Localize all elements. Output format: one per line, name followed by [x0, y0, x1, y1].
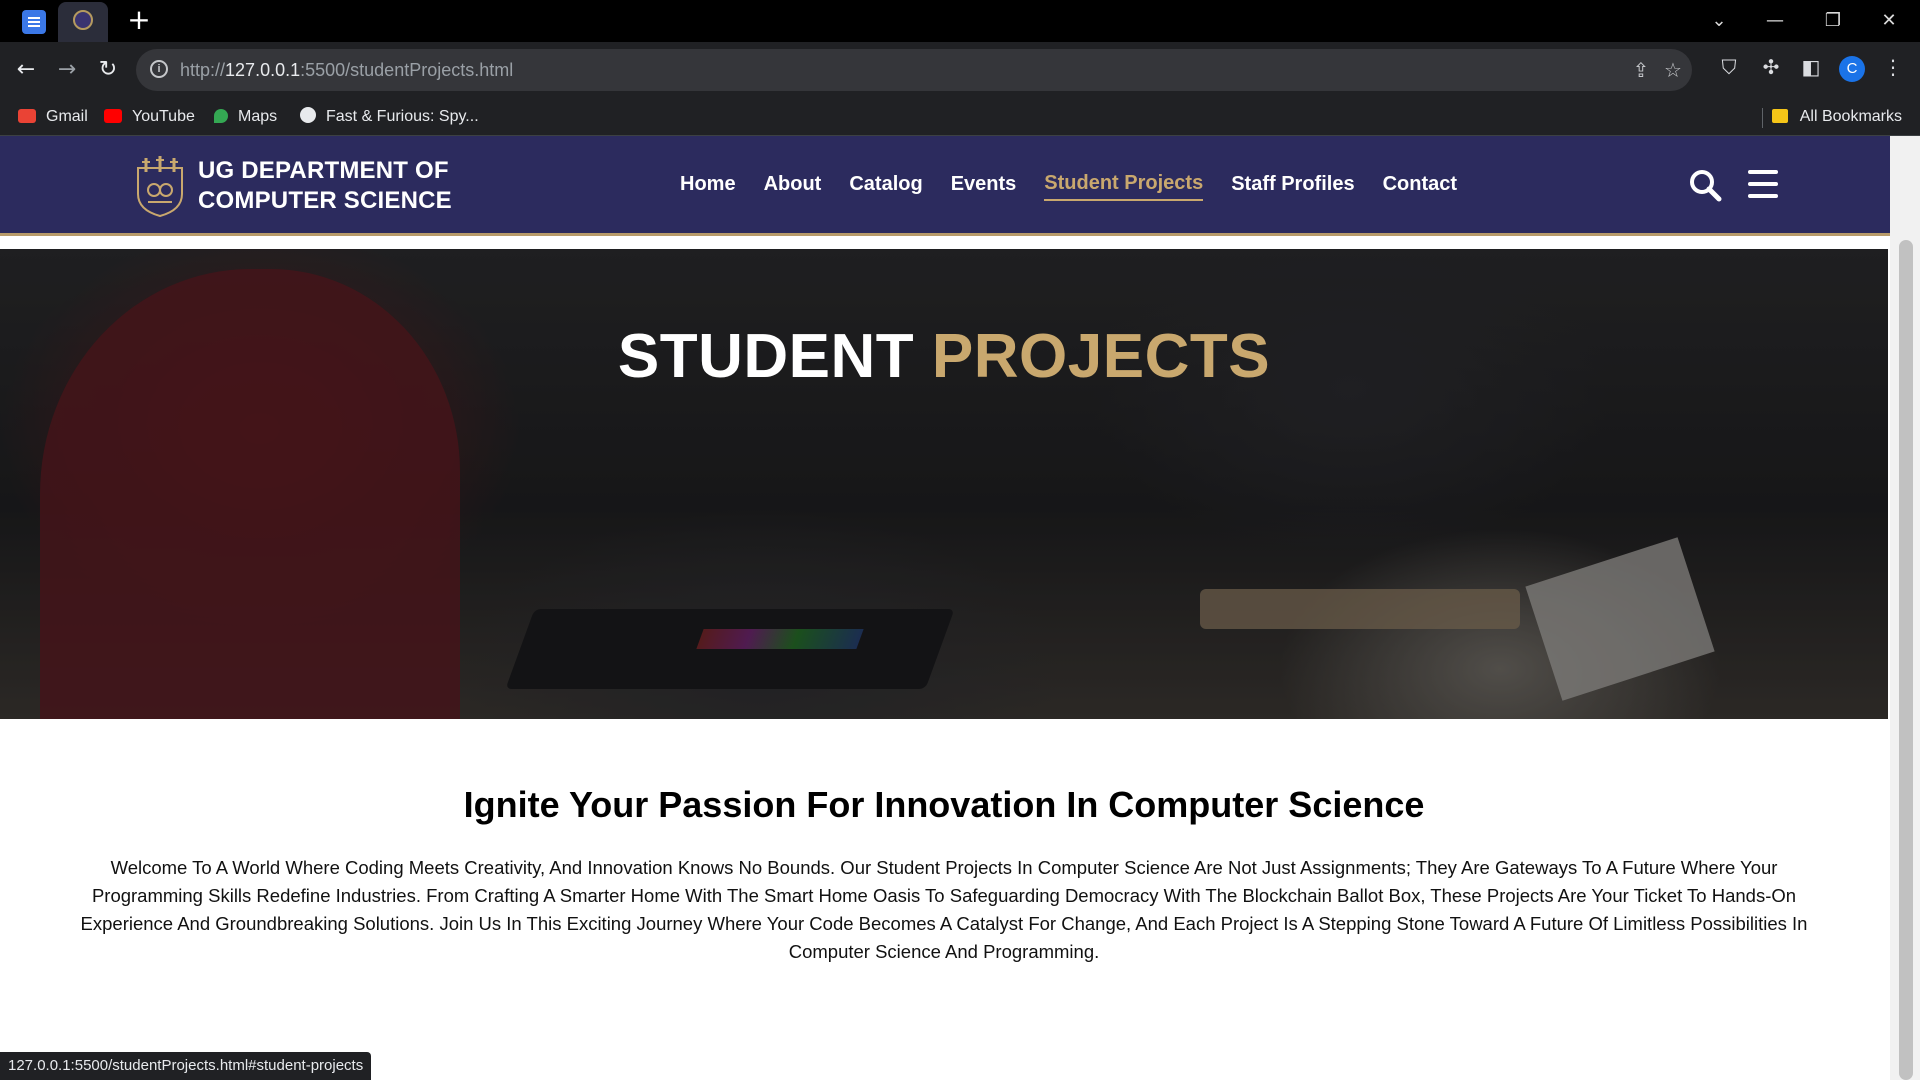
bookmark-fast-furious[interactable]: Fast & Furious: Spy... [300, 98, 479, 136]
hero-banner: STUDENT PROJECTS [0, 249, 1888, 719]
nav-home[interactable]: Home [680, 173, 736, 200]
intro-heading: Ignite Your Passion For Innovation In Co… [463, 784, 1425, 825]
site-info-icon[interactable]: i [150, 60, 168, 78]
forward-button[interactable]: → [51, 54, 83, 86]
nav-contact[interactable]: Contact [1383, 173, 1457, 200]
site-header: UG DEPARTMENT OF COMPUTER SCIENCE Home A… [0, 136, 1910, 236]
close-button[interactable]: ✕ [1866, 6, 1912, 36]
bookmark-gmail[interactable]: Gmail [18, 98, 88, 136]
tab-search-dropdown-icon[interactable]: ⌄ [1696, 6, 1742, 36]
bookmarks-divider [1762, 108, 1763, 128]
hero-overlay [0, 249, 1888, 719]
site-favicon-icon [73, 10, 93, 30]
brand-line-2: COMPUTER SCIENCE [198, 187, 452, 214]
new-tab-button[interactable]: + [124, 5, 154, 35]
browser-toolbar: ← → ↻ i http://127.0.0.1:5500/studentPro… [0, 42, 1920, 98]
share-icon[interactable]: ⇪ [1630, 59, 1652, 81]
docs-app-icon[interactable] [22, 10, 46, 34]
maps-icon [214, 109, 228, 123]
department-brand[interactable]: UG DEPARTMENT OF COMPUTER SCIENCE [198, 156, 452, 216]
page-scrollbar[interactable] [1890, 136, 1920, 1080]
gmail-icon [18, 109, 36, 123]
browser-tab-bar: + ⌄ — ❐ ✕ [0, 0, 1920, 42]
restore-button[interactable]: ❐ [1810, 6, 1856, 36]
search-icon[interactable] [1688, 168, 1722, 202]
profile-avatar[interactable]: C [1839, 56, 1865, 82]
nav-catalog[interactable]: Catalog [849, 173, 922, 200]
bookmark-maps[interactable]: Maps [214, 98, 277, 136]
hero-title-white: STUDENT [617, 322, 915, 391]
address-bar[interactable]: i http://127.0.0.1:5500/studentProjects.… [136, 49, 1692, 91]
bookmark-youtube[interactable]: YouTube [104, 98, 195, 136]
nav-staff-profiles[interactable]: Staff Profiles [1231, 173, 1354, 200]
reload-button[interactable]: ↻ [92, 54, 124, 86]
link-status-bar: 127.0.0.1:5500/studentProjects.html#stud… [0, 1052, 372, 1080]
main-nav: Home About Catalog Events Student Projec… [680, 136, 1457, 236]
nav-events[interactable]: Events [951, 173, 1017, 200]
intro-paragraph: Welcome To A World Where Coding Meets Cr… [80, 857, 1808, 962]
back-button[interactable]: ← [10, 54, 42, 86]
address-url[interactable]: http://127.0.0.1:5500/studentProjects.ht… [180, 49, 513, 91]
side-panel-icon[interactable]: ◧ [1798, 54, 1824, 80]
youtube-icon [104, 109, 122, 123]
minimize-button[interactable]: — [1752, 6, 1798, 36]
shield-extension-icon[interactable]: ⛉ [1716, 54, 1742, 80]
page-viewport: UG DEPARTMENT OF COMPUTER SCIENCE Home A… [0, 136, 1920, 1080]
nav-about[interactable]: About [764, 173, 822, 200]
extensions-puzzle-icon[interactable]: ✣ [1758, 54, 1784, 80]
brand-line-1: UG DEPARTMENT OF [198, 157, 449, 184]
hero-title: STUDENT PROJECTS [0, 321, 1888, 392]
hamburger-menu-icon[interactable] [1748, 170, 1778, 198]
bookmark-star-icon[interactable]: ☆ [1662, 59, 1684, 81]
active-tab[interactable] [58, 2, 108, 42]
nav-student-projects[interactable]: Student Projects [1044, 172, 1204, 201]
all-bookmarks-button[interactable]: All Bookmarks [1771, 98, 1902, 136]
bookmarks-bar: Gmail YouTube Maps Fast & Furious: Spy..… [0, 98, 1920, 136]
globe-icon [300, 107, 316, 123]
university-crest-icon[interactable] [132, 154, 188, 218]
hero-title-accent: PROJECTS [931, 322, 1271, 391]
folder-icon [1771, 109, 1788, 123]
browser-menu-icon[interactable]: ⋮ [1880, 54, 1906, 80]
scrollbar-thumb[interactable] [1899, 240, 1913, 1080]
